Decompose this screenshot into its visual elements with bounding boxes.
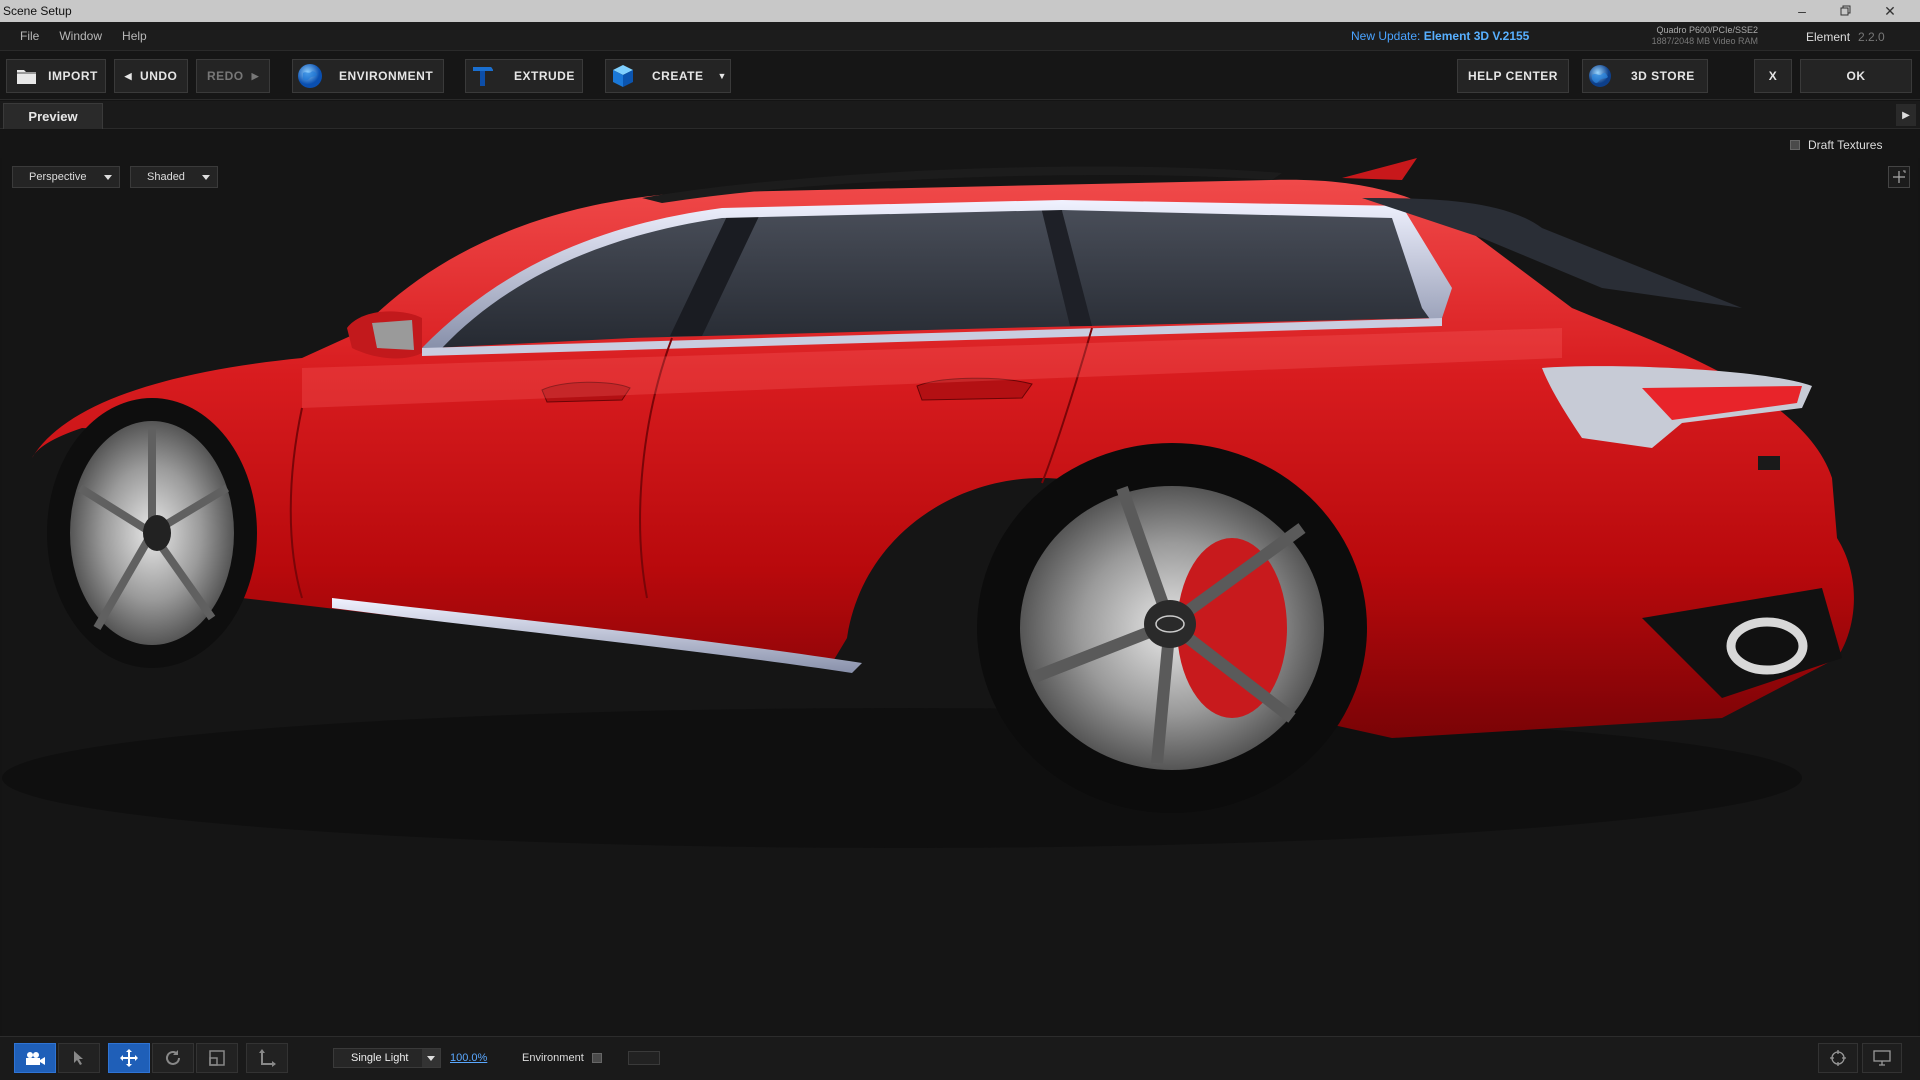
3d-store-label: 3D STORE [1631, 69, 1695, 83]
cube-icon [613, 65, 633, 87]
import-label: IMPORT [48, 69, 98, 83]
draft-textures-option[interactable]: Draft Textures [1790, 138, 1882, 152]
gpu-ram: 1887/2048 MB Video RAM [1651, 36, 1758, 46]
gpu-info: Quadro P600/PCIe/SSE2 1887/2048 MB Video… [1640, 25, 1758, 47]
folder-icon [17, 70, 37, 84]
light-preset-value: Single Light [351, 1052, 409, 1064]
help-center-button[interactable]: HELP CENTER [1457, 59, 1569, 93]
rear-spoiler [1342, 158, 1417, 180]
undo-arrow-icon: ◀ [124, 70, 133, 81]
tab-preview[interactable]: Preview [3, 103, 103, 129]
extrude-label: EXTRUDE [514, 69, 575, 83]
update-notice[interactable]: New Update: Element 3D V.2155 [1351, 29, 1529, 43]
restore-icon[interactable] [1824, 0, 1868, 22]
ok-button[interactable]: OK [1800, 59, 1912, 93]
app-version-number: 2.2.0 [1858, 30, 1885, 44]
store-globe-icon [1589, 65, 1611, 87]
environment-checkbox[interactable] [591, 1053, 602, 1063]
undo-button[interactable]: ◀ UNDO [114, 59, 188, 93]
menu-window[interactable]: Window [59, 29, 102, 43]
3d-viewport[interactable]: Perspective Shaded [2, 158, 1918, 1036]
options-bar: Draft Textures [0, 130, 1920, 158]
axis-tool-button[interactable] [246, 1043, 288, 1073]
redo-arrow-icon: ▶ [251, 70, 260, 81]
light-preset-dropdown[interactable]: Single Light [333, 1048, 441, 1068]
globe-icon [298, 64, 322, 88]
car-model-render[interactable] [2, 158, 1918, 1036]
bottom-toolbar: Single Light 100.0% Environment [0, 1036, 1920, 1080]
extrude-button[interactable]: EXTRUDE [465, 59, 583, 93]
minimize-icon[interactable]: – [1780, 0, 1824, 22]
axis-icon [259, 1049, 276, 1067]
mirror-glass [372, 320, 414, 350]
help-center-label: HELP CENTER [1468, 69, 1558, 83]
create-button[interactable]: CREATE ▼ [605, 59, 731, 93]
environment-button[interactable]: ENVIRONMENT [292, 59, 444, 93]
display-settings-button[interactable] [1862, 1043, 1902, 1073]
cursor-icon [74, 1051, 83, 1065]
window-title: Scene Setup [3, 4, 72, 18]
main-toolbar: IMPORT ◀ UNDO REDO ▶ ENVIRONMENT EXTRUDE… [0, 50, 1920, 100]
cancel-button[interactable]: X [1754, 59, 1792, 93]
update-prefix: New Update: [1351, 29, 1421, 43]
environment-preview-swatch[interactable] [628, 1051, 660, 1065]
target-view-button[interactable] [1818, 1043, 1858, 1073]
redo-label: REDO [206, 69, 244, 83]
undo-label: UNDO [140, 69, 178, 83]
panel-expand-icon[interactable]: ▶ [1896, 104, 1916, 126]
move-tool-button[interactable] [108, 1043, 150, 1073]
scale-tool-button[interactable] [196, 1043, 238, 1073]
create-label: CREATE [652, 69, 704, 83]
update-version: Element 3D V.2155 [1423, 29, 1530, 43]
app-version: Element 2.2.0 [1806, 30, 1885, 44]
app-name: Element [1806, 30, 1851, 44]
cancel-label: X [1768, 69, 1778, 83]
tab-bar: Preview ▶ [0, 101, 1920, 129]
extrude-icon [473, 67, 493, 86]
camera-tool-button[interactable] [14, 1043, 56, 1073]
gpu-name: Quadro P600/PCIe/SSE2 [1656, 25, 1758, 35]
move-icon [120, 1049, 138, 1067]
close-icon[interactable]: ✕ [1868, 0, 1912, 22]
chevron-down-icon [422, 1049, 440, 1067]
draft-textures-label: Draft Textures [1808, 138, 1883, 152]
environment-label: ENVIRONMENT [339, 69, 434, 83]
scale-icon [209, 1050, 225, 1066]
monitor-icon [1873, 1050, 1891, 1066]
title-bar: Scene Setup – ✕ [0, 0, 1920, 22]
rotate-icon [166, 1050, 180, 1065]
menu-bar: File Window Help [0, 22, 1920, 50]
light-intensity-value[interactable]: 100.0% [450, 1052, 487, 1064]
crosshair-icon [1830, 1050, 1846, 1066]
menu-file[interactable]: File [20, 29, 39, 43]
environment-toggle[interactable]: Environment [522, 1052, 602, 1064]
front-wheel [47, 398, 257, 668]
import-button[interactable]: IMPORT [6, 59, 106, 93]
scene-setup-window: Scene Setup – ✕ File Window Help New Upd… [0, 0, 1920, 1080]
rs-badge [1758, 456, 1780, 470]
redo-button[interactable]: REDO ▶ [196, 59, 270, 93]
select-tool-button[interactable] [58, 1043, 100, 1073]
rotate-tool-button[interactable] [152, 1043, 194, 1073]
draft-textures-checkbox[interactable] [1790, 140, 1800, 150]
camera-icon [26, 1052, 45, 1065]
3d-store-button[interactable]: 3D STORE [1582, 59, 1708, 93]
ok-label: OK [1846, 69, 1866, 83]
chevron-down-icon: ▼ [717, 71, 727, 81]
environment-toggle-label: Environment [522, 1052, 584, 1064]
rear-wheel [977, 443, 1367, 813]
menu-help[interactable]: Help [122, 29, 147, 43]
